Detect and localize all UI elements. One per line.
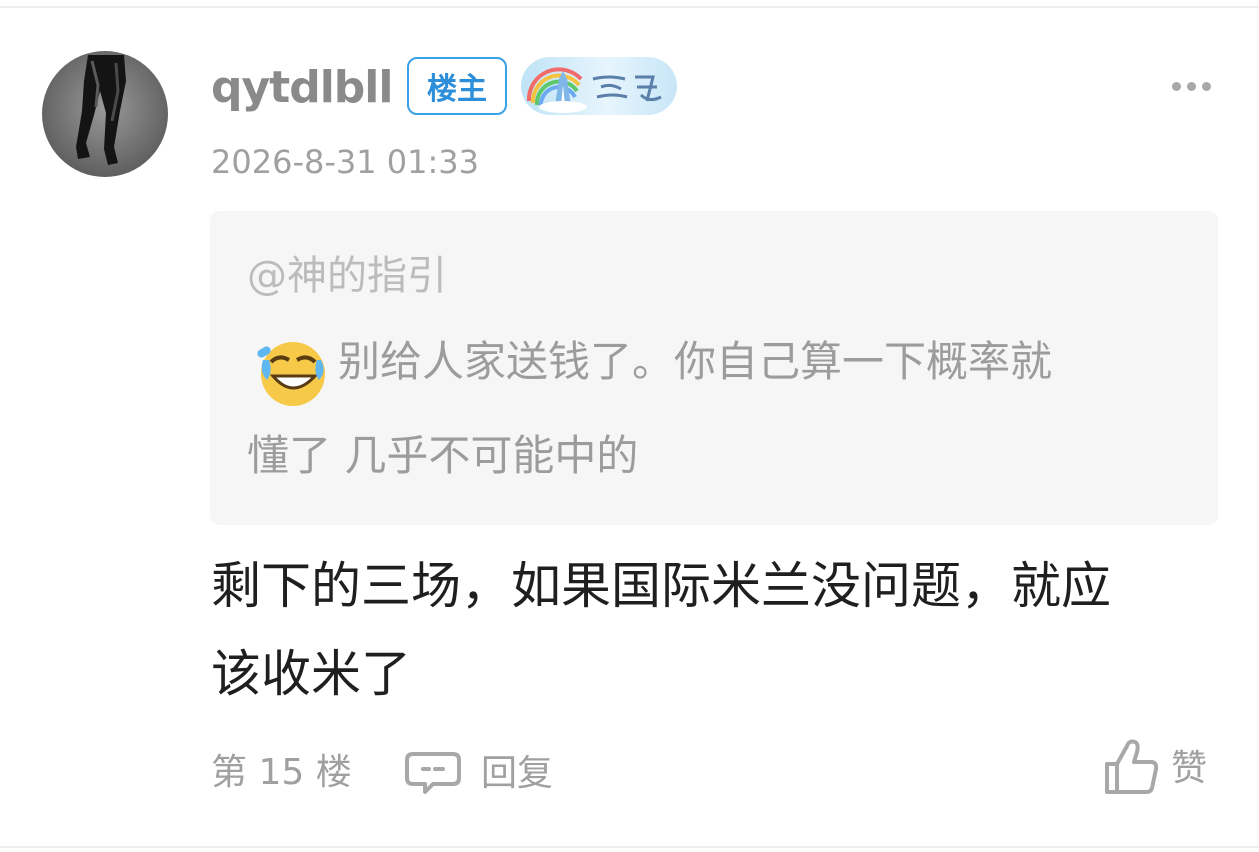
more-dot	[1171, 81, 1181, 91]
op-badge: 楼主	[407, 57, 507, 115]
avatar[interactable]	[42, 51, 168, 177]
thumbs-up-icon	[1103, 738, 1159, 800]
crying-laughing-emoji-icon	[257, 338, 327, 408]
more-dot	[1201, 81, 1211, 91]
post-content-line: 该收米了	[211, 645, 411, 703]
quote-text-line: 懂了 几乎不可能中的	[247, 431, 639, 480]
comment-icon	[405, 750, 461, 798]
post-timestamp: 2026-8-31 01:33	[211, 143, 479, 181]
post-content-line: 剩下的三场，如果国际米兰没问题，就应	[211, 557, 1111, 615]
username[interactable]: qytdlbll	[211, 60, 393, 116]
level-badge-icon	[521, 57, 677, 115]
quote-text-line: 别给人家送钱了。你自己算一下概率就	[338, 337, 1053, 386]
avatar-image	[76, 55, 126, 165]
reply-label: 回复	[481, 753, 554, 794]
floor-number: 第 15 楼	[211, 752, 352, 793]
quote-mention[interactable]: @神的指引	[247, 250, 447, 302]
top-divider	[0, 6, 1259, 8]
like-label: 赞	[1171, 748, 1208, 789]
more-dot	[1186, 81, 1196, 91]
bottom-divider	[0, 846, 1259, 848]
more-options-icon[interactable]	[1166, 72, 1216, 100]
reply-button[interactable]: 回复	[405, 746, 553, 802]
like-button[interactable]: 赞	[1103, 738, 1207, 800]
